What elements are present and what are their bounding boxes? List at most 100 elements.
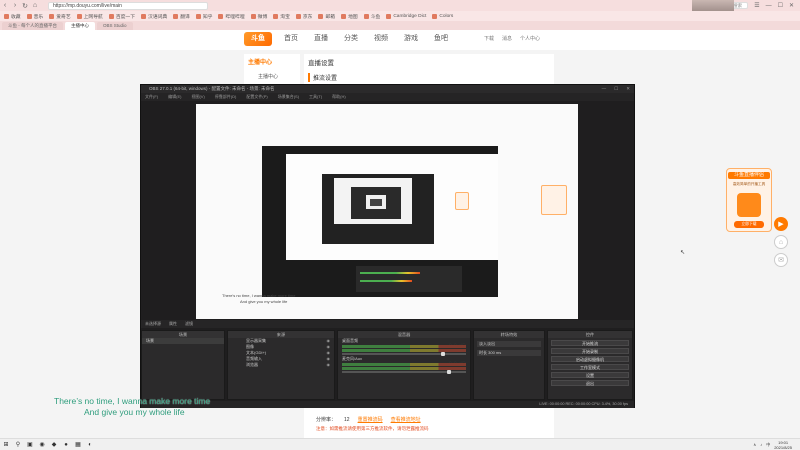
obs-menu-item[interactable]: 停靠部件(D) (215, 93, 237, 101)
forward-button[interactable]: › (10, 2, 20, 9)
sources-dock: 来源 显示器采集 ◉ 图像 ◉ 文本(GDI+) ◉ 音频输入 ◉ 浏览器 ◉ (227, 330, 335, 400)
bookmark-item[interactable]: 京东 (295, 13, 312, 20)
bookmark-item[interactable]: 上网导航 (76, 13, 103, 20)
feedback-icon[interactable]: ✉ (774, 253, 788, 267)
bookmark-item[interactable]: 百度一下 (108, 13, 135, 20)
site-nav-item[interactable]: 视频 (374, 33, 388, 45)
bookmark-label: 地图 (348, 14, 358, 20)
bookmark-item[interactable]: 翻译 (173, 13, 190, 20)
bookmark-item[interactable]: 地图 (341, 13, 358, 20)
view-url-link[interactable]: 查看推流地址 (391, 416, 421, 423)
browser-tab[interactable]: 主播中心 (65, 22, 95, 30)
volume-meter (342, 349, 466, 352)
browser-tab[interactable]: 斗鱼 - 每个人的直播平台 (2, 22, 63, 30)
obs-menu-item[interactable]: 场景集合(S) (278, 93, 299, 101)
header-link[interactable]: 个人中心 (520, 35, 540, 42)
volume-slider[interactable] (342, 352, 466, 356)
bookmark-item[interactable]: 淘宝 (273, 13, 290, 20)
taskbar-app-icon[interactable]: ◉ (36, 439, 48, 450)
bookmark-item[interactable]: 邮箱 (318, 13, 335, 20)
taskbar-app-icon[interactable]: ● (60, 439, 72, 450)
volume-slider-handle[interactable] (447, 370, 452, 374)
control-button[interactable]: 退出 (551, 380, 629, 386)
bookmark-label: 知乎 (202, 14, 213, 20)
left-panel-item[interactable]: 主播中心 (258, 73, 278, 80)
taskbar-app-icon[interactable]: ▣ (24, 439, 36, 450)
visibility-eye-icon[interactable]: ◉ (327, 362, 335, 368)
menu-icon[interactable]: ☰ (754, 2, 759, 9)
obs-minimize-icon[interactable]: — (602, 85, 607, 93)
address-bar[interactable]: https://mp.douyu.com/live/main (48, 1, 208, 10)
close-icon[interactable]: ✕ (789, 2, 794, 9)
properties-button[interactable]: 属性 (169, 320, 177, 328)
taskbar-app-icon[interactable]: ◆ (48, 439, 60, 450)
reload-button[interactable]: ↻ (20, 2, 30, 10)
bookmark-item[interactable]: 微博 (250, 13, 267, 20)
obs-maximize-icon[interactable]: ☐ (614, 85, 618, 93)
home-button[interactable]: ⌂ (30, 2, 40, 9)
bookmark-item[interactable]: Colors (432, 13, 453, 19)
search-icon[interactable]: ⚲ (12, 439, 24, 450)
bookmark-icon (76, 13, 82, 19)
bookmark-item[interactable]: 收藏 (4, 13, 21, 20)
taskbar-app-icon[interactable]: ▦ (72, 439, 84, 450)
minimize-icon[interactable]: — (766, 3, 772, 9)
filters-button[interactable]: 滤镜 (185, 320, 193, 328)
bookmark-item[interactable]: Cambridge Dict (386, 13, 426, 19)
site-nav-item[interactable]: 直播 (314, 33, 328, 45)
obs-menu-item[interactable]: 文件(F) (145, 93, 158, 101)
tray-icon[interactable]: 中 (766, 442, 770, 448)
bookmark-item[interactable]: 斗鱼 (363, 13, 381, 20)
bookmark-item[interactable]: 音乐 (26, 13, 43, 20)
start-icon[interactable]: ⊞ (0, 439, 12, 450)
reset-key-link[interactable]: 重置推流码 (358, 416, 383, 423)
bookmark-item[interactable]: 知乎 (195, 13, 213, 20)
browser-tab[interactable]: OBS Studio (97, 22, 133, 30)
transition-type-select[interactable]: 淡入淡出 (477, 341, 541, 347)
header-link[interactable]: 下载 (484, 35, 494, 42)
tray-icon[interactable]: ♪ (760, 442, 762, 448)
control-button[interactable]: 开始推流 (551, 340, 629, 346)
promo-download-button[interactable]: 立即下载 (734, 221, 764, 228)
maximize-icon[interactable]: ☐ (778, 2, 783, 9)
play-icon[interactable]: ▶ (774, 217, 788, 231)
site-nav-item[interactable]: 分类 (344, 33, 358, 45)
back-button[interactable]: ‹ (0, 2, 10, 9)
site-nav-item[interactable]: 游戏 (404, 33, 418, 45)
transitions-dock-title: 转场特效 (474, 331, 544, 338)
bookmark-label: 斗鱼 (370, 14, 381, 20)
volume-slider-handle[interactable] (441, 352, 446, 356)
obs-menu-item[interactable]: 工具(T) (309, 93, 322, 101)
scene-item[interactable]: 场景 (142, 338, 224, 344)
bookmark-label: 翻译 (180, 14, 190, 20)
subtitle-line-2: And give you my whole life (84, 407, 185, 417)
home-icon[interactable]: ⌂ (774, 235, 788, 249)
control-button[interactable]: 工作室模式 (551, 364, 629, 370)
system-tray: ∧ ♪ 中 19:01 2021/8/25 (753, 440, 800, 450)
douyu-logo[interactable]: 斗鱼 (244, 32, 272, 46)
taskbar: ⊞ ⚲ ▣ ◉ ◆ ● ▦ ◐ ∧ ♪ 中 19:01 2021/8/25 (0, 438, 800, 450)
bookmark-item[interactable]: 汉语词典 (141, 13, 167, 20)
control-button[interactable]: 开始录制 (551, 348, 629, 354)
control-button[interactable]: 启动虚拟摄像机 (551, 356, 629, 362)
obs-menu-item[interactable]: 配置文件(P) (246, 93, 267, 101)
clock[interactable]: 19:01 2021/8/25 (774, 440, 792, 450)
bookmark-item[interactable]: 爱奇艺 (49, 13, 71, 20)
scenes-dock-title: 场景 (142, 331, 224, 338)
tray-icon[interactable]: ∧ (753, 442, 756, 448)
obs-close-icon[interactable]: ✕ (626, 85, 630, 93)
site-nav-item[interactable]: 首页 (284, 33, 298, 45)
bookmark-item[interactable]: 哔哩哔哩 (218, 13, 245, 20)
obs-menu-item[interactable]: 帮助(H) (332, 93, 346, 101)
control-button[interactable]: 设置 (551, 372, 629, 378)
taskbar-app-icon[interactable]: ◐ (84, 439, 96, 450)
duration-input[interactable]: 300 ms (488, 350, 501, 355)
bookmark-icon (49, 13, 55, 19)
source-item[interactable]: 浏览器 ◉ (228, 362, 334, 368)
bookmark-icon (386, 13, 392, 19)
site-nav-item[interactable]: 鱼吧 (434, 33, 448, 45)
header-link[interactable]: 消息 (502, 35, 512, 42)
obs-menu-item[interactable]: 编辑(E) (168, 93, 181, 101)
volume-slider[interactable] (342, 370, 466, 374)
obs-menu-item[interactable]: 视图(V) (191, 93, 204, 101)
